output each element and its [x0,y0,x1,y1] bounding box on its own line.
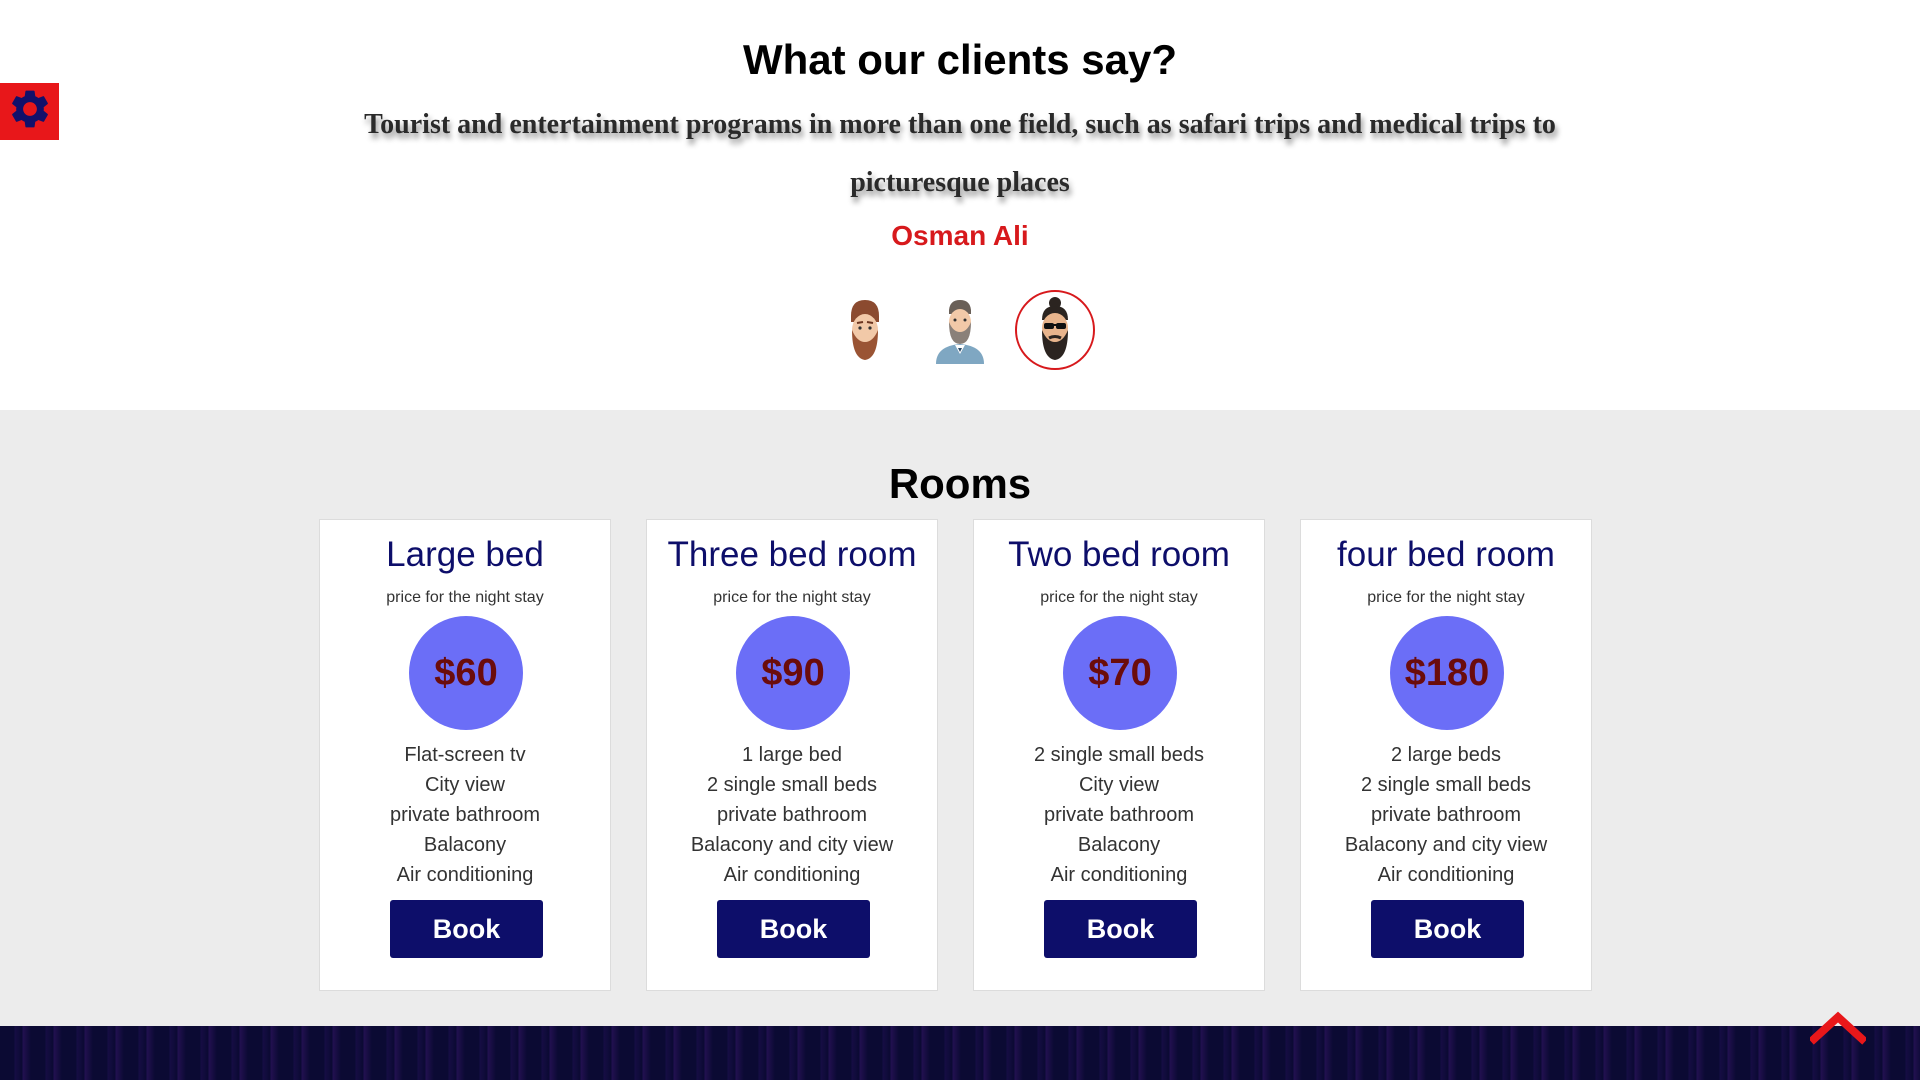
feature-item: Air conditioning [1377,864,1515,886]
feature-item: Flat-screen tv [404,744,526,766]
feature-list: 1 large bed 2 single small beds private … [647,740,937,890]
feature-item: 1 large bed [741,744,843,766]
price-badge: $60 [409,616,523,730]
chevron-up-icon [1810,1011,1866,1045]
price-caption: price for the night stay [386,589,544,606]
book-button[interactable]: Book [390,900,543,958]
feature-item: Balacony and city view [1344,834,1548,856]
room-cards: Large bed price for the night stay $60 F… [319,519,1592,991]
scroll-to-top-button[interactable] [1810,1009,1866,1045]
room-card-three-bed: Three bed room price for the night stay … [646,519,938,991]
price-caption: price for the night stay [1040,589,1198,606]
testimonial-quote: Tourist and entertainment programs in mo… [364,109,1556,198]
feature-item: 2 single small beds [1360,774,1532,796]
feature-item: Air conditioning [723,864,861,886]
feature-item: Air conditioning [396,864,534,886]
feature-item: private bathroom [716,804,868,826]
feature-list: 2 large beds 2 single small beds private… [1301,740,1591,890]
room-name: Three bed room [667,535,917,574]
price-badge: $70 [1063,616,1177,730]
feature-item: Balacony [1077,834,1161,856]
gear-icon [7,86,53,137]
book-button[interactable]: Book [1044,900,1197,958]
testimonials-title: What our clients say? [742,36,1178,83]
avatar-button-3-active[interactable] [1015,290,1095,370]
footer-banner [0,1026,1920,1080]
feature-item: City view [424,774,505,796]
rooms-section: Rooms Large bed price for the night stay… [0,410,1920,1026]
price-caption: price for the night stay [713,589,871,606]
room-card-four-bed: four bed room price for the night stay $… [1300,519,1592,991]
rooms-title: Rooms [888,460,1032,507]
testimonials-section: What our clients say? Tourist and entert… [0,0,1920,410]
avatar-selector [0,290,1920,370]
bearded-man-avatar-icon [851,300,879,360]
testimonial-author: Osman Ali [891,220,1029,251]
price-badge: $90 [736,616,850,730]
hipster-sunglasses-avatar-icon [1042,297,1068,360]
feature-item: private bathroom [1370,804,1522,826]
feature-item: City view [1078,774,1159,796]
feature-item: Balacony [423,834,507,856]
man-in-suit-avatar-icon [936,300,984,364]
feature-item: Air conditioning [1050,864,1188,886]
price-caption: price for the night stay [1367,589,1525,606]
feature-item: 2 single small beds [1033,744,1205,766]
book-button[interactable]: Book [717,900,870,958]
room-name: four bed room [1337,535,1555,574]
feature-item: private bathroom [389,804,541,826]
room-card-two-bed: Two bed room price for the night stay $7… [973,519,1265,991]
feature-item: 2 large beds [1390,744,1502,766]
feature-item: 2 single small beds [706,774,878,796]
book-button[interactable]: Book [1371,900,1524,958]
avatar-button-1[interactable] [825,290,905,370]
settings-button[interactable] [0,83,59,140]
room-card-large-bed: Large bed price for the night stay $60 F… [319,519,611,991]
price-badge: $180 [1390,616,1504,730]
feature-list: 2 single small beds City view private ba… [974,740,1264,890]
room-name: Large bed [386,535,544,574]
feature-item: Balacony and city view [690,834,894,856]
feature-item: private bathroom [1043,804,1195,826]
avatar-button-2[interactable] [920,290,1000,370]
feature-list: Flat-screen tv City view private bathroo… [320,740,610,890]
room-name: Two bed room [1008,535,1230,574]
